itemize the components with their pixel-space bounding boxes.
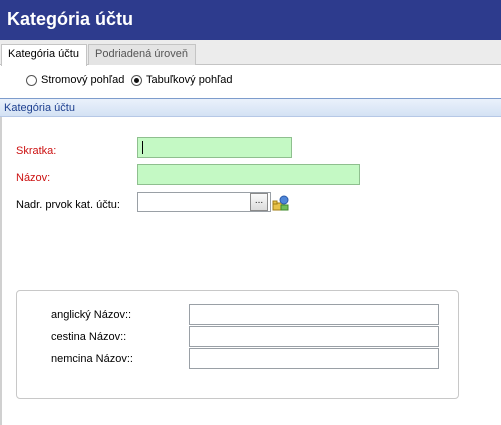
skratka-input[interactable]	[137, 137, 292, 158]
cestina-nazov-label: cestina Názov::	[51, 331, 127, 343]
nazov-input[interactable]	[137, 164, 360, 185]
anglicky-nazov-input[interactable]	[189, 304, 439, 325]
window-title: Kategória účtu	[7, 9, 134, 29]
tab-strip: Kategória účtu Podriadená úroveň	[0, 40, 501, 66]
tab-podriadena-uroven[interactable]: Podriadená úroveň	[88, 44, 196, 65]
tab-kategoria-uctu[interactable]: Kategória účtu	[1, 44, 87, 66]
cestina-nazov-input[interactable]	[189, 326, 439, 347]
radio-circle-icon[interactable]	[26, 74, 37, 86]
radio-tree-view[interactable]: Stromový pohľad	[26, 72, 124, 88]
nadr-prvok-label: Nadr. prvok kat. účtu:	[16, 199, 120, 211]
panel-left-border	[0, 117, 2, 425]
skratka-label: Skratka:	[16, 145, 57, 157]
radio-table-view[interactable]: Tabuľkový pohľad	[131, 72, 233, 88]
hierarchy-lookup-icon[interactable]	[272, 194, 290, 212]
nazov-label: Názov:	[16, 172, 51, 184]
radio-checked-icon[interactable]	[131, 74, 142, 86]
title-bar: Kategória účtu	[0, 0, 501, 40]
radio-table-view-label: Tabuľkový pohľad	[146, 74, 233, 86]
radio-tree-view-label: Stromový pohľad	[41, 74, 125, 86]
text-caret	[142, 141, 143, 154]
nemcina-nazov-label: nemcina Názov::	[51, 353, 133, 365]
lookup-button[interactable]: ...	[250, 193, 268, 211]
anglicky-nazov-label: anglický Názov::	[51, 309, 132, 321]
section-header: Kategória účtu	[0, 98, 501, 117]
nemcina-nazov-input[interactable]	[189, 348, 439, 369]
